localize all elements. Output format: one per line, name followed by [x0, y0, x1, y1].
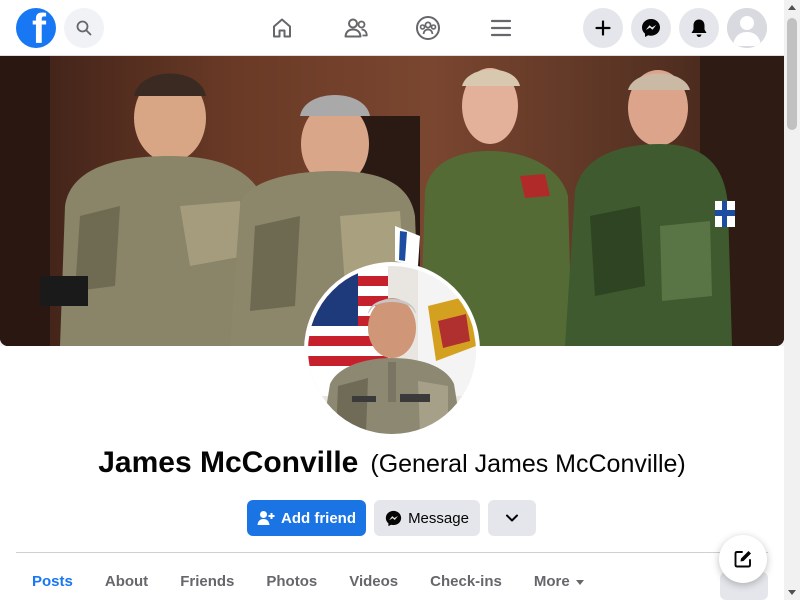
- profile-picture[interactable]: [304, 262, 480, 438]
- tab-about[interactable]: About: [89, 563, 164, 600]
- top-navigation-bar: f: [0, 0, 784, 56]
- tabs-divider: [16, 552, 768, 553]
- profile-name: James McConville: [98, 446, 359, 479]
- messenger-button[interactable]: [631, 8, 671, 48]
- tab-photos[interactable]: Photos: [250, 563, 333, 600]
- facebook-logo-letter: f: [32, 8, 46, 48]
- profile-name-row: James McConville (General James McConvill…: [0, 446, 784, 480]
- more-actions-button[interactable]: [488, 500, 536, 536]
- facebook-logo[interactable]: f: [16, 8, 56, 48]
- chevron-down-icon: [506, 514, 518, 522]
- page-scrollbar[interactable]: [784, 0, 800, 600]
- notifications-button[interactable]: [679, 8, 719, 48]
- groups-icon: [416, 16, 440, 40]
- profile-photo-image: [308, 266, 476, 434]
- tab-posts[interactable]: Posts: [16, 563, 89, 600]
- caret-down-icon: [575, 579, 584, 585]
- groups-nav-button[interactable]: [412, 12, 444, 44]
- home-icon: [273, 18, 291, 38]
- tab-more[interactable]: More: [518, 563, 600, 600]
- tab-check-ins[interactable]: Check-ins: [414, 563, 518, 600]
- tab-friends[interactable]: Friends: [164, 563, 250, 600]
- message-label: Message: [408, 509, 469, 527]
- menu-nav-button[interactable]: [485, 12, 517, 44]
- bell-icon: [691, 19, 707, 37]
- compose-icon: [734, 551, 751, 568]
- message-button[interactable]: Message: [374, 500, 480, 536]
- menu-icon: [490, 19, 512, 37]
- scroll-up-arrow-icon[interactable]: [788, 5, 796, 10]
- create-button[interactable]: [583, 8, 623, 48]
- profile-alternate-name: (General James McConville): [370, 450, 686, 478]
- add-friend-icon: [257, 510, 275, 526]
- avatar-placeholder-icon: [727, 8, 767, 48]
- messenger-icon: [642, 19, 660, 37]
- profile-tabs: Posts About Friends Photos Videos Check-…: [16, 563, 600, 600]
- scroll-down-arrow-icon[interactable]: [788, 590, 796, 595]
- new-message-button[interactable]: [719, 535, 767, 583]
- account-avatar[interactable]: [727, 8, 767, 48]
- add-friend-label: Add friend: [281, 509, 356, 527]
- plus-icon: [595, 20, 611, 36]
- tab-videos[interactable]: Videos: [333, 563, 414, 600]
- scrollbar-thumb[interactable]: [787, 18, 797, 130]
- search-button[interactable]: [64, 8, 104, 48]
- home-nav-button[interactable]: [266, 12, 298, 44]
- tab-more-label: More: [533, 573, 570, 590]
- add-friend-button[interactable]: Add friend: [247, 500, 366, 536]
- search-icon: [76, 20, 92, 36]
- friends-nav-button[interactable]: [340, 12, 372, 44]
- friends-icon: [344, 18, 368, 38]
- messenger-icon: [385, 510, 402, 527]
